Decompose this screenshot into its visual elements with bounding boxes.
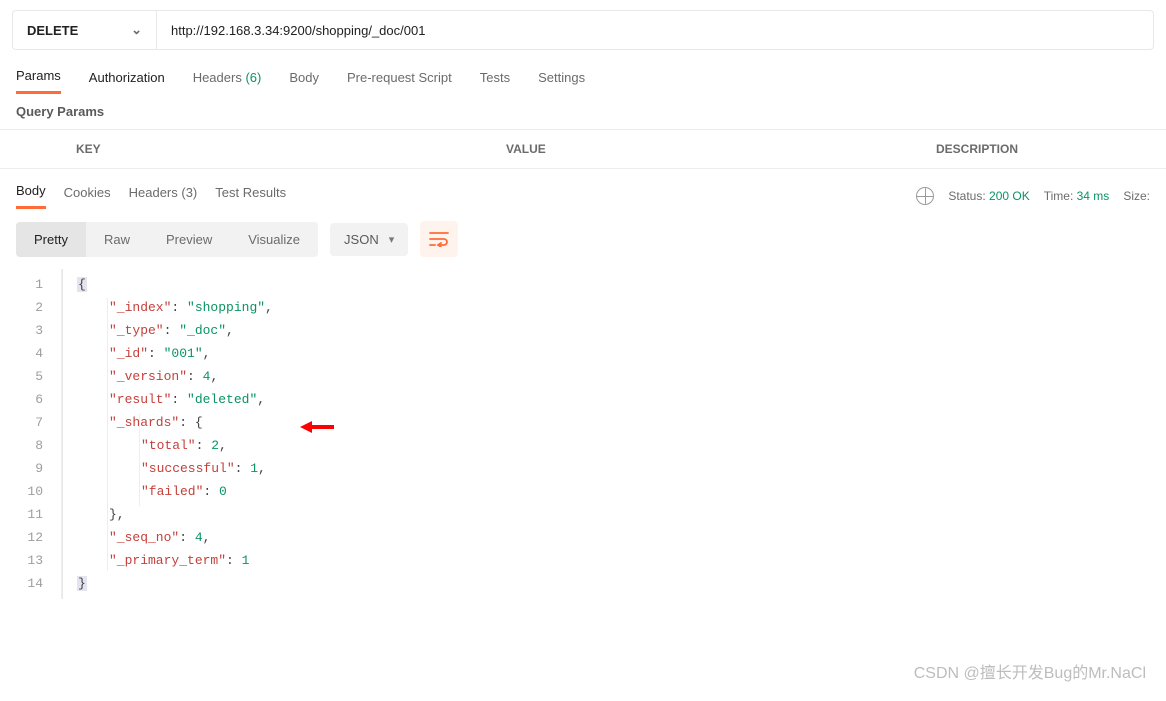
resp-tab-body[interactable]: Body: [16, 183, 46, 209]
view-preview[interactable]: Preview: [148, 222, 230, 257]
url-input[interactable]: http://192.168.3.34:9200/shopping/_doc/0…: [156, 10, 1154, 50]
globe-icon[interactable]: [916, 187, 934, 205]
tab-authorization[interactable]: Authorization: [89, 70, 165, 93]
line-gutter: 1234567891011121314: [0, 269, 62, 599]
url-text: http://192.168.3.34:9200/shopping/_doc/0…: [171, 23, 425, 38]
method-select[interactable]: DELETE ⌄: [12, 10, 156, 50]
resp-headers-count: (3): [181, 185, 197, 200]
resp-tab-headers[interactable]: Headers (3): [129, 185, 198, 208]
size-label: Size:: [1123, 189, 1150, 203]
resp-tab-cookies[interactable]: Cookies: [64, 185, 111, 208]
tab-tests[interactable]: Tests: [480, 70, 510, 93]
language-label: JSON: [344, 232, 379, 247]
tab-params[interactable]: Params: [16, 68, 61, 94]
status-code: 200 OK: [989, 189, 1030, 203]
watermark: CSDN @擅长开发Bug的Mr.NaCl: [914, 659, 1146, 683]
time-value: 34 ms: [1077, 189, 1110, 203]
time-label: Time:: [1044, 189, 1074, 203]
tab-headers-count: (6): [245, 70, 261, 85]
params-table-header: KEY VALUE DESCRIPTION: [0, 129, 1166, 169]
chevron-down-icon: ▾: [389, 233, 395, 246]
tab-settings[interactable]: Settings: [538, 70, 585, 93]
view-pretty[interactable]: Pretty: [16, 222, 86, 257]
annotation-arrow: [300, 420, 334, 437]
resp-headers-label: Headers: [129, 185, 178, 200]
col-key: KEY: [60, 130, 490, 168]
tab-headers[interactable]: Headers (6): [193, 70, 262, 93]
view-visualize[interactable]: Visualize: [230, 222, 318, 257]
response-body[interactable]: 1234567891011121314 { "_index": "shoppin…: [0, 269, 1166, 599]
view-segment: Pretty Raw Preview Visualize: [16, 222, 318, 257]
view-raw[interactable]: Raw: [86, 222, 148, 257]
chevron-down-icon: ⌄: [131, 22, 142, 38]
resp-tab-tests[interactable]: Test Results: [215, 185, 286, 208]
tab-body[interactable]: Body: [289, 70, 319, 93]
tab-headers-label: Headers: [193, 70, 242, 85]
language-select[interactable]: JSON ▾: [330, 223, 408, 256]
request-tabs: Params Authorization Headers (6) Body Pr…: [0, 50, 1166, 94]
response-status: Status: 200 OK Time: 34 ms Size:: [916, 187, 1150, 205]
wrap-lines-button[interactable]: [420, 221, 458, 257]
tab-prerequest[interactable]: Pre-request Script: [347, 70, 452, 93]
status-label: Status:: [948, 189, 985, 203]
col-checkbox: [0, 130, 60, 168]
col-description: DESCRIPTION: [920, 130, 1166, 168]
code-lines: { "_index": "shopping", "_type": "_doc",…: [62, 269, 273, 599]
query-params-label: Query Params: [0, 94, 1166, 129]
col-value: VALUE: [490, 130, 920, 168]
method-label: DELETE: [27, 23, 78, 38]
response-tabs: Body Cookies Headers (3) Test Results: [16, 183, 286, 209]
